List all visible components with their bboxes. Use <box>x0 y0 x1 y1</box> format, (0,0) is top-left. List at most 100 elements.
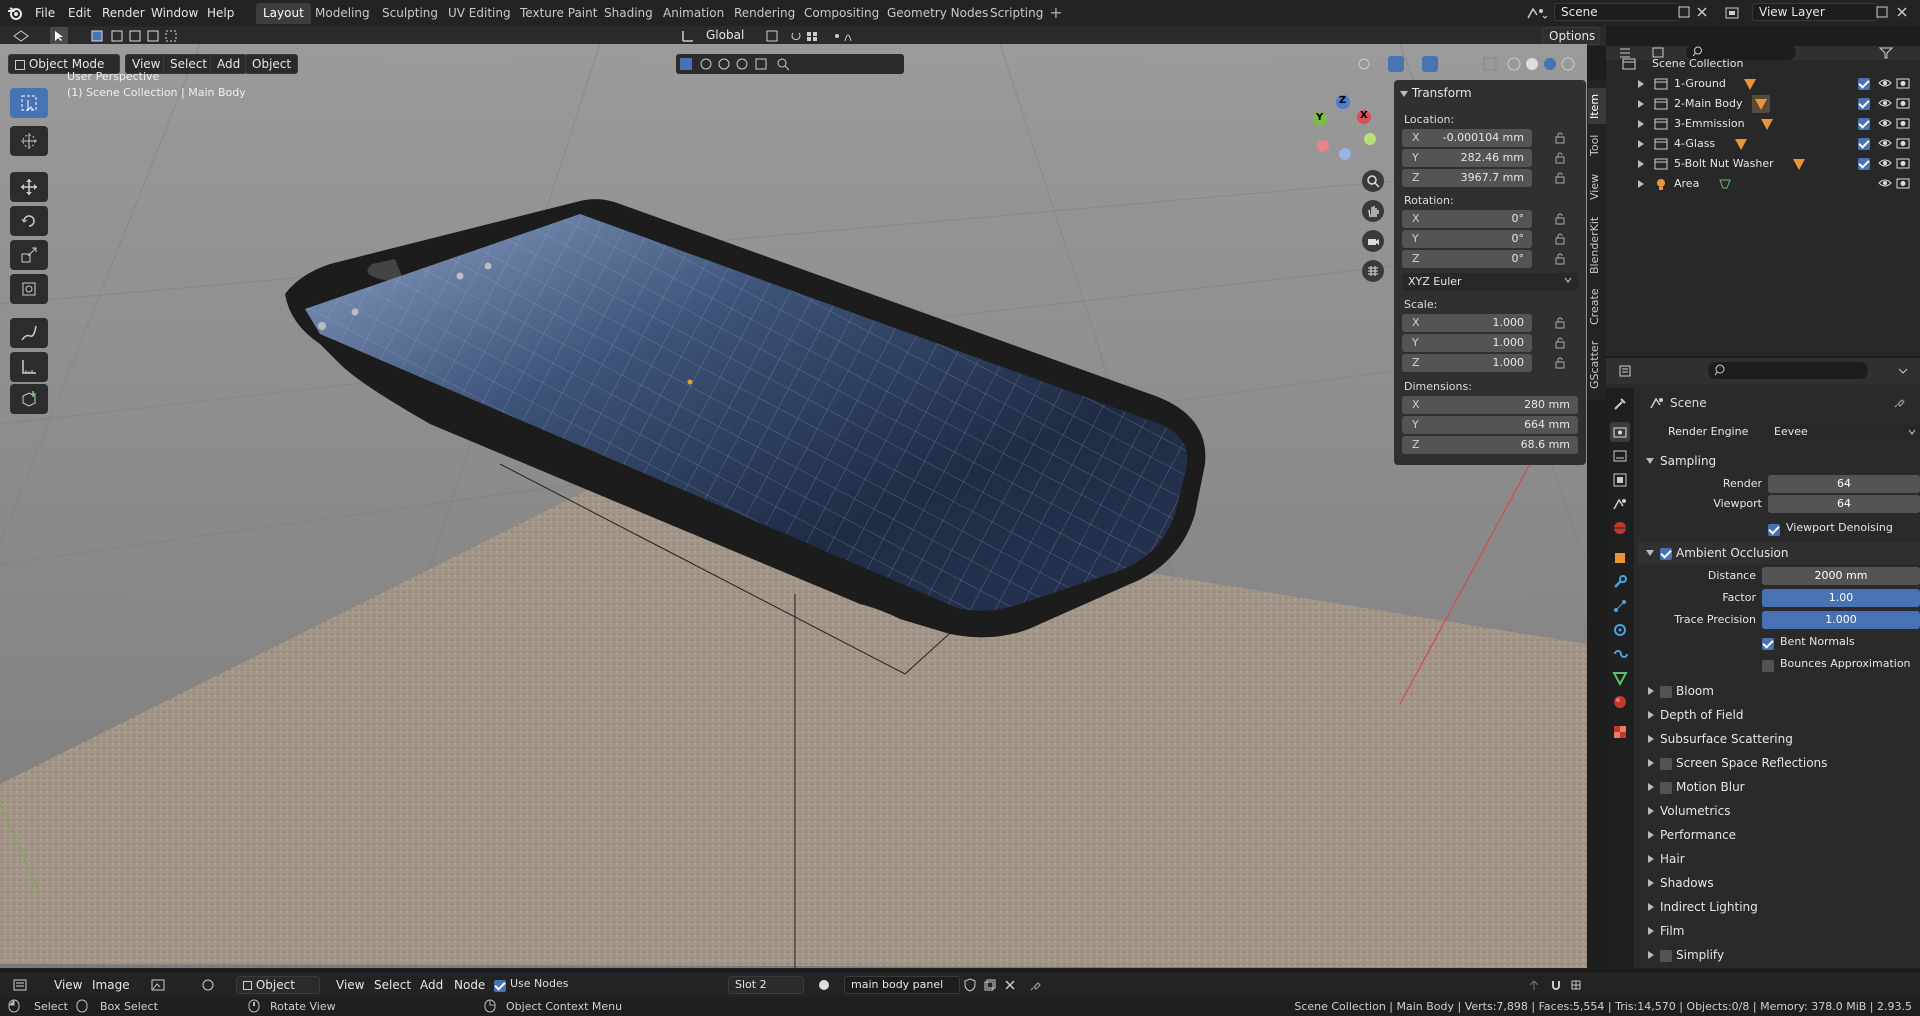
panel-volumetrics[interactable]: Volumetrics <box>1638 800 1920 822</box>
viewport-menu-select[interactable]: Select <box>163 54 215 74</box>
sampling-panel-header[interactable]: Sampling <box>1638 450 1920 472</box>
transform-tool[interactable] <box>10 274 48 304</box>
duplicate-icon[interactable] <box>982 977 998 993</box>
lock-location-x-icon[interactable] <box>1554 132 1566 144</box>
panel-shadows[interactable]: Shadows <box>1638 872 1920 894</box>
eye-icon[interactable] <box>1878 77 1892 89</box>
expand-arrow-icon[interactable] <box>1638 140 1644 148</box>
camera-render-icon[interactable] <box>1896 177 1910 189</box>
ortho-grid-icon[interactable] <box>1362 260 1384 282</box>
panel-performance[interactable]: Performance <box>1638 824 1920 846</box>
output-tab-icon[interactable] <box>1610 446 1630 466</box>
bounces-approx-row[interactable]: Bounces Approximation <box>1638 654 1920 676</box>
dimensions-x-field[interactable]: X 280 mm <box>1402 396 1578 414</box>
add-workspace-button[interactable]: + <box>1048 5 1064 21</box>
exclude-checkbox[interactable] <box>1858 97 1870 110</box>
rotation-mode-select[interactable]: XYZ Euler <box>1402 273 1578 291</box>
node-menu-add[interactable]: Add <box>414 975 449 995</box>
tab-sculpting[interactable]: Sculpting <box>375 3 445 24</box>
lock-rotation-y-icon[interactable] <box>1554 233 1566 245</box>
bounces-approx-checkbox[interactable] <box>1762 658 1774 672</box>
eye-icon[interactable] <box>1878 117 1892 129</box>
bent-normals-row[interactable]: Bent Normals <box>1638 632 1920 654</box>
modifier-wrench-icon[interactable] <box>1610 572 1630 592</box>
blender-logo-icon[interactable] <box>6 4 24 22</box>
ao-trace-precision-slider[interactable]: 1.000 <box>1762 611 1920 629</box>
view-layer-icon[interactable] <box>1722 4 1748 22</box>
tab-modeling[interactable]: Modeling <box>308 3 377 24</box>
tab-uv-editing[interactable]: UV Editing <box>441 3 518 24</box>
3d-viewport[interactable]: Object Mode View Select Add Object User … <box>0 44 1587 968</box>
rotation-x-field[interactable]: X 0° <box>1402 210 1532 228</box>
material-browse-icon[interactable] <box>814 976 842 994</box>
camera-render-icon[interactable] <box>1896 137 1910 149</box>
measure-tool[interactable] <box>10 352 48 382</box>
transform-orientation-select[interactable]: Global <box>700 27 758 45</box>
menu-edit[interactable]: Edit <box>62 3 97 23</box>
tab-shading[interactable]: Shading <box>597 3 660 24</box>
delete-view-layer-icon[interactable] <box>1894 4 1910 20</box>
lock-rotation-x-icon[interactable] <box>1554 213 1566 225</box>
lock-location-z-icon[interactable] <box>1554 172 1566 184</box>
outliner-row-3-emmission[interactable]: 3-Emmission <box>1606 114 1920 134</box>
viewport-denoising-checkbox[interactable] <box>1768 522 1780 536</box>
expand-arrow-icon[interactable] <box>1638 80 1644 88</box>
chevron-down-icon[interactable] <box>1896 364 1910 378</box>
dimensions-y-field[interactable]: Y 664 mm <box>1402 416 1578 434</box>
lock-rotation-z-icon[interactable] <box>1554 253 1566 265</box>
panel-hair[interactable]: Hair <box>1638 848 1920 870</box>
menu-window[interactable]: Window <box>145 3 204 23</box>
scale-y-field[interactable]: Y 1.000 <box>1402 334 1532 352</box>
node-menu-node[interactable]: Node <box>448 975 491 995</box>
material-tab-icon[interactable] <box>1610 692 1630 712</box>
constraints-tab-icon[interactable] <box>1610 644 1630 664</box>
exclude-checkbox[interactable] <box>1858 117 1870 130</box>
expand-arrow-icon[interactable] <box>1638 120 1644 128</box>
camera-render-icon[interactable] <box>1896 97 1910 109</box>
viewport-filter-bar[interactable] <box>676 54 904 74</box>
add-cube-tool[interactable] <box>10 384 48 414</box>
tab-geometry-nodes[interactable]: Geometry Nodes <box>880 3 995 24</box>
editor-type-icon[interactable] <box>10 28 36 44</box>
tab-rendering[interactable]: Rendering <box>727 3 802 24</box>
menu-render[interactable]: Render <box>96 3 151 23</box>
world-tab-icon[interactable] <box>1610 518 1630 538</box>
unlink-close-icon[interactable] <box>1002 977 1018 993</box>
outliner-row-1-ground[interactable]: 1-Ground <box>1606 74 1920 94</box>
move-tool[interactable] <box>10 172 48 202</box>
new-view-layer-icon[interactable] <box>1874 4 1890 20</box>
physics-tab-icon[interactable] <box>1610 620 1630 640</box>
scene-name-field[interactable]: Scene <box>1554 3 1680 21</box>
navigation-gizmo[interactable]: Z X Y <box>1300 92 1380 172</box>
sidebar-tab-gscatter[interactable]: GScatter <box>1588 340 1606 390</box>
lock-location-y-icon[interactable] <box>1554 152 1566 164</box>
cursor-tool[interactable] <box>10 126 48 156</box>
editor-menu-view[interactable]: View <box>48 975 88 995</box>
ssr-checkbox[interactable] <box>1660 756 1672 770</box>
selection-mode-icons[interactable] <box>90 28 180 44</box>
exclude-checkbox[interactable] <box>1858 77 1870 90</box>
overlay-shading-controls[interactable] <box>1352 54 1587 74</box>
panel-screen-space-reflections[interactable]: Screen Space Reflections <box>1638 752 1920 774</box>
eye-icon[interactable] <box>1878 97 1892 109</box>
panel-simplify[interactable]: Simplify <box>1638 944 1920 966</box>
menu-file[interactable]: File <box>29 3 61 23</box>
dimensions-z-field[interactable]: Z 68.6 mm <box>1402 436 1578 454</box>
panel-subsurface-scattering[interactable]: Subsurface Scattering <box>1638 728 1920 750</box>
bloom-checkbox[interactable] <box>1660 684 1672 698</box>
node-menu-select[interactable]: Select <box>368 975 417 995</box>
transform-panel-header[interactable]: Transform <box>1400 84 1472 102</box>
object-shader-select[interactable]: Object <box>236 976 320 994</box>
properties-search-input[interactable] <box>1708 362 1868 379</box>
delete-scene-icon[interactable] <box>1694 4 1710 20</box>
menu-help[interactable]: Help <box>201 3 240 23</box>
outliner-row-4-glass[interactable]: 4-Glass <box>1606 134 1920 154</box>
scale-x-field[interactable]: X 1.000 <box>1402 314 1532 332</box>
editor-menu-image[interactable]: Image <box>86 975 136 995</box>
panel-motion-blur[interactable]: Motion Blur <box>1638 776 1920 798</box>
outliner-scene-collection[interactable]: Scene Collection <box>1606 54 1920 74</box>
expand-arrow-icon[interactable] <box>1638 160 1644 168</box>
pan-hand-icon[interactable] <box>1362 200 1384 222</box>
sidebar-tab-tool[interactable]: Tool <box>1588 130 1606 160</box>
texture-tab-icon[interactable] <box>1610 722 1630 742</box>
